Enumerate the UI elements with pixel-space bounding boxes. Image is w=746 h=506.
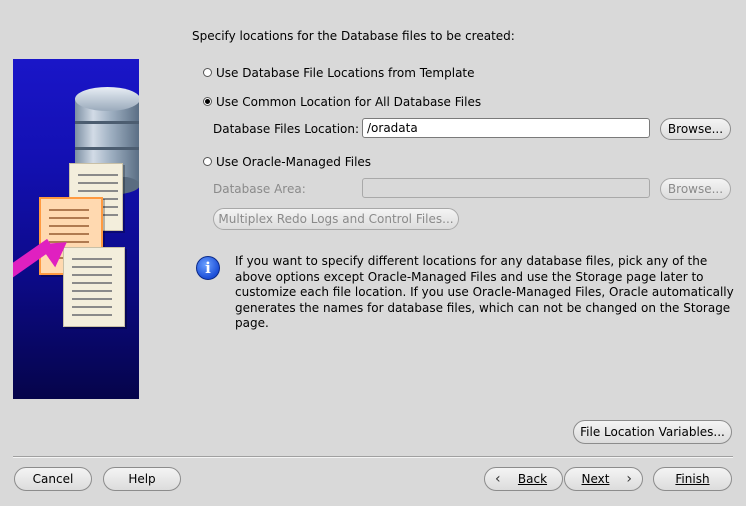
footer-divider	[13, 456, 733, 458]
cylinder-band	[75, 147, 139, 150]
browse-button[interactable]: Browse...	[660, 118, 731, 140]
multiplex-redo-logs-button[interactable]: Multiplex Redo Logs and Control Files...	[213, 208, 459, 230]
document-icon	[63, 247, 125, 327]
radio-template-locations[interactable]: Use Database File Locations from Templat…	[203, 66, 475, 82]
radio-template-label: Use Database File Locations from Templat…	[216, 66, 475, 80]
radio-omf-label: Use Oracle-Managed Files	[216, 155, 372, 169]
page-instruction: Specify locations for the Database files…	[192, 29, 515, 43]
finish-button[interactable]: Finish	[653, 467, 732, 491]
next-button[interactable]: Next ›	[564, 467, 643, 491]
cancel-button[interactable]: Cancel	[14, 467, 92, 491]
finish-button-label: Finish	[675, 472, 710, 486]
radio-oracle-managed-files[interactable]: Use Oracle-Managed Files	[203, 155, 403, 171]
cylinder-band	[75, 121, 139, 124]
db-files-location-label: Database Files Location:	[213, 122, 360, 136]
back-button[interactable]: ‹ Back	[484, 467, 563, 491]
database-area-label: Database Area:	[213, 182, 306, 196]
next-button-label: Next	[581, 472, 610, 486]
info-icon: i	[196, 256, 220, 280]
radio-common-location[interactable]: Use Common Location for All Database Fil…	[203, 95, 481, 111]
help-button[interactable]: Help	[103, 467, 181, 491]
radio-button-icon[interactable]	[203, 68, 212, 77]
chevron-left-icon: ‹	[495, 471, 501, 487]
wizard-illustration	[13, 59, 139, 399]
radio-button-icon[interactable]	[203, 157, 212, 166]
cylinder-top	[75, 87, 139, 111]
chevron-right-icon: ›	[626, 471, 632, 487]
file-location-variables-button[interactable]: File Location Variables...	[573, 420, 732, 444]
database-area-browse-button[interactable]: Browse...	[660, 178, 731, 200]
database-area-input[interactable]	[362, 178, 650, 198]
info-message: If you want to specify different locatio…	[235, 254, 734, 330]
db-files-location-input[interactable]: /oradata	[362, 118, 650, 138]
back-button-label: Back	[517, 472, 548, 486]
radio-button-selected-icon[interactable]	[203, 97, 212, 106]
radio-common-label: Use Common Location for All Database Fil…	[216, 95, 482, 109]
